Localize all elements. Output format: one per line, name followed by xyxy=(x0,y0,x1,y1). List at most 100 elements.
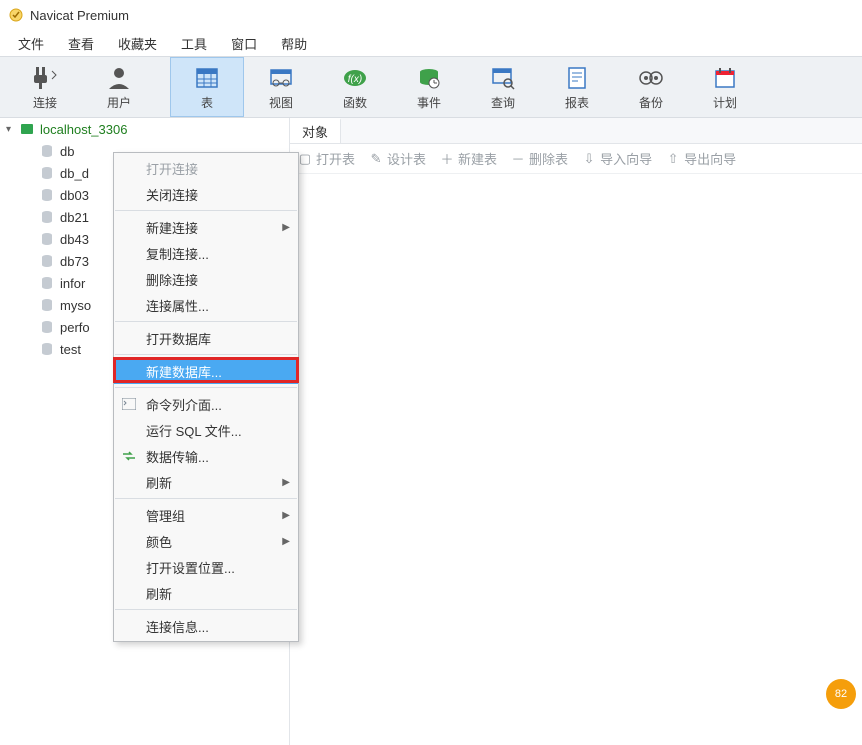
context-menu-label: 新建连接 xyxy=(146,218,198,237)
tree-db-label: infor xyxy=(60,276,85,291)
context-menu-label: 命令列介面... xyxy=(146,395,222,414)
tool-table[interactable]: 表 xyxy=(170,57,244,117)
menu-help[interactable]: 帮助 xyxy=(269,30,319,57)
menu-file[interactable]: 文件 xyxy=(6,30,56,57)
table-icon xyxy=(193,64,221,92)
menu-tools[interactable]: 工具 xyxy=(169,30,219,57)
context-menu-item[interactable]: 刷新 xyxy=(114,580,298,606)
context-menu-item[interactable]: 关闭连接 xyxy=(114,181,298,207)
context-menu-label: 新建数据库... xyxy=(146,362,222,381)
tree-root-label: localhost_3306 xyxy=(40,122,127,137)
tree-db-label: perfo xyxy=(60,320,90,335)
context-menu-item[interactable]: 命令列介面... xyxy=(114,391,298,417)
app-title: Navicat Premium xyxy=(30,8,129,23)
tab-label: 对象 xyxy=(302,122,328,141)
main-area: 对象 ▢ 打开表 ✎ 设计表 ＋ 新建表 － 删除表 ⇩ 导入向导 xyxy=(290,118,862,745)
menu-view[interactable]: 查看 xyxy=(56,30,106,57)
tool-schedule-label: 计划 xyxy=(713,94,737,111)
svg-text:f(x): f(x) xyxy=(348,74,362,85)
tree-db-label: db_d xyxy=(60,166,89,181)
tool-backup[interactable]: 备份 xyxy=(614,57,688,117)
query-icon xyxy=(489,64,517,92)
context-menu-label: 运行 SQL 文件... xyxy=(146,421,242,440)
context-menu-item[interactable]: 复制连接... xyxy=(114,240,298,266)
subbtn-new-table[interactable]: ＋ 新建表 xyxy=(440,149,497,168)
context-menu-label: 打开连接 xyxy=(146,159,198,178)
minus-icon: － xyxy=(511,152,525,166)
context-menu-item[interactable]: 打开设置位置... xyxy=(114,554,298,580)
tool-connect[interactable]: 连接 xyxy=(8,57,82,117)
server-icon xyxy=(20,122,36,136)
chevron-right-icon: ▶ xyxy=(282,222,290,233)
design-icon: ✎ xyxy=(369,152,383,166)
tree-root[interactable]: ▾ localhost_3306 xyxy=(0,118,289,140)
tool-schedule[interactable]: 计划 xyxy=(688,57,762,117)
event-icon xyxy=(415,64,443,92)
subbtn-label: 删除表 xyxy=(529,149,568,168)
badge-text: 82 xyxy=(835,688,847,700)
context-menu-item[interactable]: 运行 SQL 文件... xyxy=(114,417,298,443)
subbtn-import-wizard[interactable]: ⇩ 导入向导 xyxy=(582,149,652,168)
tool-event[interactable]: 事件 xyxy=(392,57,466,117)
context-menu-item[interactable]: 数据传输... xyxy=(114,443,298,469)
badge[interactable]: 82 xyxy=(826,679,856,709)
menubar: 文件 查看 收藏夹 工具 窗口 帮助 xyxy=(0,30,862,56)
database-icon xyxy=(40,276,56,290)
tree-db-label: db43 xyxy=(60,232,89,247)
context-menu-item[interactable]: 删除连接 xyxy=(114,266,298,292)
tool-function[interactable]: f(x) 函数 xyxy=(318,57,392,117)
context-menu-label: 复制连接... xyxy=(146,244,209,263)
app-icon xyxy=(8,7,24,23)
menu-separator xyxy=(115,210,297,211)
subbtn-design-table[interactable]: ✎ 设计表 xyxy=(369,149,426,168)
context-menu-item[interactable]: 颜色▶ xyxy=(114,528,298,554)
context-menu-item[interactable]: 管理组▶ xyxy=(114,502,298,528)
database-icon xyxy=(40,232,56,246)
tool-view[interactable]: 视图 xyxy=(244,57,318,117)
tree-db-label: db73 xyxy=(60,254,89,269)
database-icon xyxy=(40,254,56,268)
toolbar: 连接 用户 表 视图 f(x) 函数 事件 查询 xyxy=(0,56,862,118)
subbtn-open-table[interactable]: ▢ 打开表 xyxy=(298,149,355,168)
subbtn-label: 新建表 xyxy=(458,149,497,168)
tree-db-label: db xyxy=(60,144,74,159)
subbtn-label: 打开表 xyxy=(316,149,355,168)
context-menu-item[interactable]: 连接信息... xyxy=(114,613,298,639)
plus-icon: ＋ xyxy=(440,152,454,166)
subbtn-delete-table[interactable]: － 删除表 xyxy=(511,149,568,168)
tool-query[interactable]: 查询 xyxy=(466,57,540,117)
context-menu-label: 删除连接 xyxy=(146,270,198,289)
view-icon xyxy=(267,64,295,92)
database-icon xyxy=(40,320,56,334)
tool-report[interactable]: 报表 xyxy=(540,57,614,117)
context-menu-item[interactable]: 新建数据库... xyxy=(114,358,298,384)
function-icon: f(x) xyxy=(341,64,369,92)
transfer-icon xyxy=(120,447,138,465)
context-menu-item[interactable]: 新建连接 ▶ xyxy=(114,214,298,240)
export-icon: ⇧ xyxy=(666,152,680,166)
tool-user[interactable]: 用户 xyxy=(82,57,156,117)
database-icon xyxy=(40,342,56,356)
tool-view-label: 视图 xyxy=(269,94,293,111)
context-menu-item[interactable]: 刷新▶ xyxy=(114,469,298,495)
chevron-down-icon: ▾ xyxy=(6,124,20,135)
context-menu-label: 连接信息... xyxy=(146,617,209,636)
context-menu-item[interactable]: 连接属性... xyxy=(114,292,298,318)
tool-query-label: 查询 xyxy=(491,94,515,111)
tab-objects[interactable]: 对象 xyxy=(290,118,341,143)
menu-separator xyxy=(115,498,297,499)
context-menu-label: 连接属性... xyxy=(146,296,209,315)
tool-connect-label: 连接 xyxy=(33,94,57,111)
subbtn-export-wizard[interactable]: ⇧ 导出向导 xyxy=(666,149,736,168)
menu-separator xyxy=(115,354,297,355)
menu-fav[interactable]: 收藏夹 xyxy=(106,30,169,57)
menu-window[interactable]: 窗口 xyxy=(219,30,269,57)
tab-row: 对象 xyxy=(290,118,862,144)
tool-function-label: 函数 xyxy=(343,94,367,111)
database-icon xyxy=(40,210,56,224)
context-menu-label: 打开数据库 xyxy=(146,329,211,348)
context-menu-item[interactable]: 打开数据库 xyxy=(114,325,298,351)
database-icon xyxy=(40,166,56,180)
titlebar: Navicat Premium xyxy=(0,0,862,30)
context-menu-label: 数据传输... xyxy=(146,447,209,466)
